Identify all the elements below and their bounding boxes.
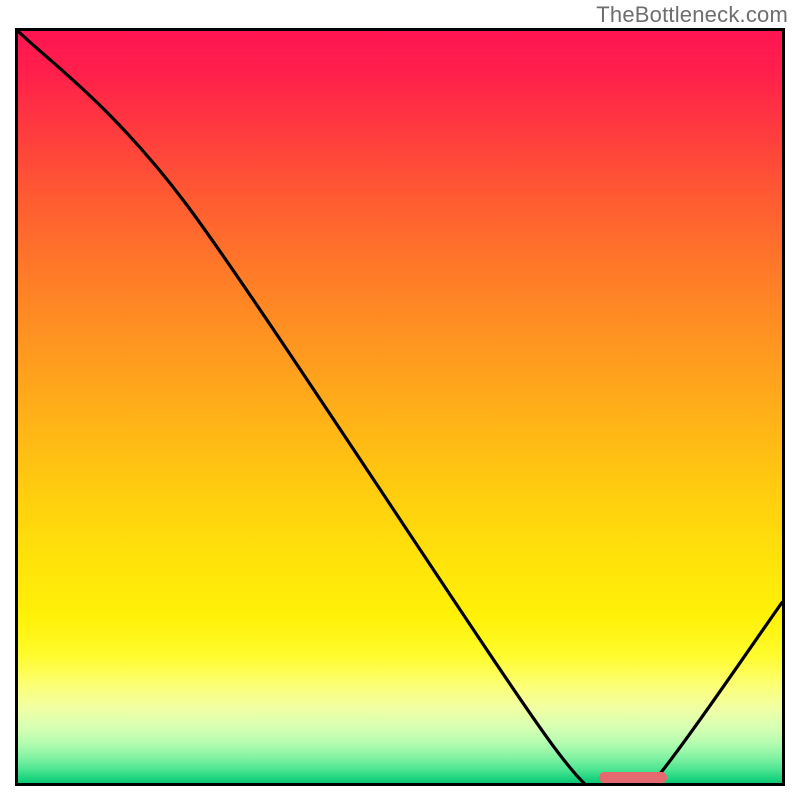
chart-canvas: TheBottleneck.com [0,0,800,800]
optimal-range-marker [599,772,668,783]
watermark-text: TheBottleneck.com [596,2,788,28]
plot-area [15,28,785,786]
bottleneck-curve [18,31,782,783]
